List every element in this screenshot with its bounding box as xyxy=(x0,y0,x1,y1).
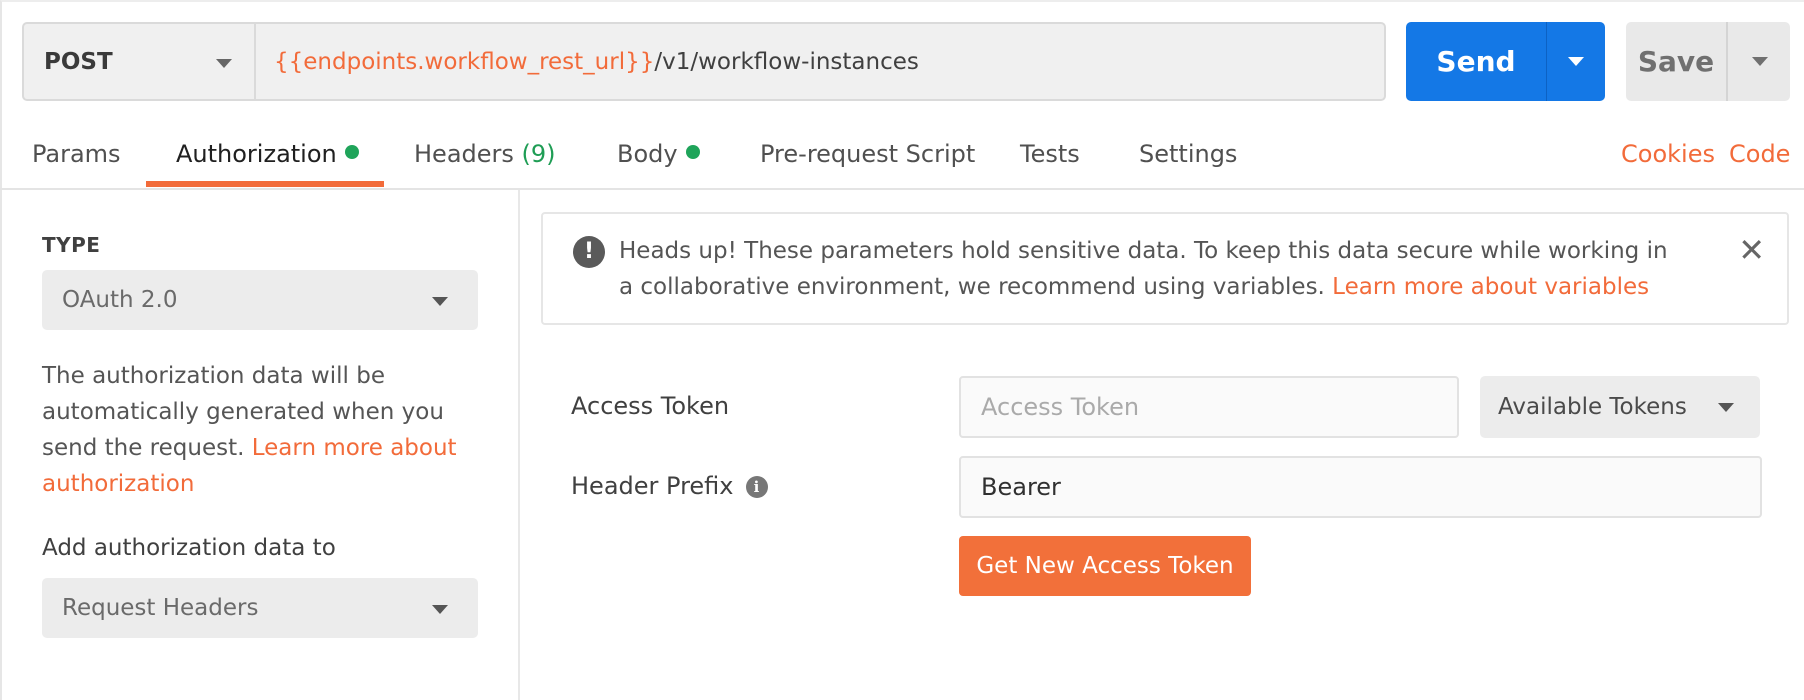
request-tabs: Params Authorization Headers (9) Body Pr… xyxy=(0,130,1804,190)
code-link[interactable]: Code xyxy=(1729,140,1790,168)
auth-type-value: OAuth 2.0 xyxy=(62,287,178,313)
close-icon[interactable]: ✕ xyxy=(1738,232,1765,268)
send-button[interactable]: Send xyxy=(1406,22,1546,101)
tab-headers-count: (9) xyxy=(521,140,556,168)
chevron-down-icon xyxy=(216,59,232,68)
tab-body-label: Body xyxy=(617,140,678,168)
get-new-access-token-button[interactable]: Get New Access Token xyxy=(959,536,1251,596)
tab-authorization[interactable]: Authorization xyxy=(176,140,359,168)
header-prefix-label: Header Prefix i xyxy=(571,472,768,500)
url-path: /v1/workflow-instances xyxy=(654,48,919,75)
url-variable: {{endpoints.workflow_rest_url}} xyxy=(274,48,655,75)
access-token-input[interactable]: Access Token xyxy=(959,376,1459,438)
auth-type-select[interactable]: OAuth 2.0 xyxy=(42,270,478,330)
tab-params[interactable]: Params xyxy=(32,140,121,168)
learn-more-variables-link[interactable]: Learn more about variables xyxy=(1332,274,1649,300)
add-auth-data-value: Request Headers xyxy=(62,595,259,621)
method-select[interactable]: POST xyxy=(22,22,254,101)
add-auth-data-label: Add authorization data to xyxy=(42,535,336,561)
tab-headers-label: Headers xyxy=(414,140,514,168)
chevron-down-icon xyxy=(1718,403,1734,412)
tab-tests[interactable]: Tests xyxy=(1020,140,1080,168)
tab-body[interactable]: Body xyxy=(617,140,700,168)
tab-headers[interactable]: Headers (9) xyxy=(414,140,556,168)
add-auth-data-select[interactable]: Request Headers xyxy=(42,578,478,638)
url-input[interactable]: {{endpoints.workflow_rest_url}}/v1/workf… xyxy=(254,22,1386,101)
header-prefix-input[interactable]: Bearer xyxy=(959,456,1762,518)
chevron-down-icon xyxy=(432,297,448,306)
available-tokens-label: Available Tokens xyxy=(1498,394,1687,420)
chevron-down-icon xyxy=(1568,57,1584,66)
status-dot-icon xyxy=(685,145,700,159)
sensitive-data-notice: ! Heads up! These parameters hold sensit… xyxy=(541,212,1789,325)
tab-settings[interactable]: Settings xyxy=(1139,140,1237,168)
send-options-button[interactable] xyxy=(1546,22,1605,101)
save-options-button[interactable] xyxy=(1726,22,1790,101)
available-tokens-select[interactable]: Available Tokens xyxy=(1480,376,1760,438)
tab-pre-request-script[interactable]: Pre-request Script xyxy=(760,140,975,168)
tab-authorization-label: Authorization xyxy=(176,140,337,168)
auth-type-label: TYPE xyxy=(42,233,101,257)
header-prefix-label-text: Header Prefix xyxy=(571,472,734,500)
status-dot-icon xyxy=(344,145,359,159)
save-label: Save xyxy=(1637,45,1715,78)
notice-text: Heads up! These parameters hold sensitiv… xyxy=(619,233,1679,305)
save-button[interactable]: Save xyxy=(1626,22,1726,101)
info-icon[interactable]: i xyxy=(745,476,768,498)
send-label: Send xyxy=(1436,45,1516,78)
auth-description: The authorization data will be automatic… xyxy=(42,358,482,502)
chevron-down-icon xyxy=(1752,57,1768,66)
active-tab-indicator xyxy=(146,181,384,187)
cookies-link[interactable]: Cookies xyxy=(1621,140,1715,168)
pane-divider[interactable] xyxy=(518,190,520,700)
access-token-label: Access Token xyxy=(571,392,730,420)
warning-icon: ! xyxy=(573,236,605,268)
chevron-down-icon xyxy=(432,605,448,614)
method-label: POST xyxy=(44,48,113,75)
